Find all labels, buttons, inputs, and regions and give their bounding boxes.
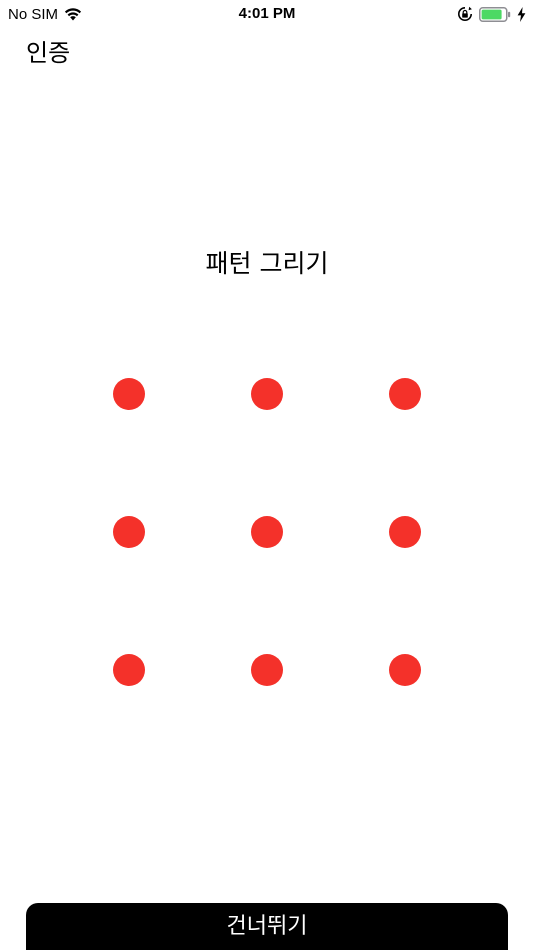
pattern-dot[interactable]: [251, 516, 283, 548]
pattern-dot[interactable]: [113, 516, 145, 548]
pattern-dot[interactable]: [389, 654, 421, 686]
screen: No SIM 4:01 PM 인증 패턴 그리기 건너뛰기: [0, 0, 534, 950]
pattern-dot[interactable]: [113, 654, 145, 686]
pattern-dot[interactable]: [389, 378, 421, 410]
pattern-dot[interactable]: [251, 654, 283, 686]
pattern-dot[interactable]: [113, 378, 145, 410]
pattern-dot[interactable]: [389, 516, 421, 548]
pattern-dot[interactable]: [251, 378, 283, 410]
skip-button[interactable]: 건너뛰기: [26, 903, 508, 950]
pattern-grid[interactable]: [0, 0, 534, 950]
